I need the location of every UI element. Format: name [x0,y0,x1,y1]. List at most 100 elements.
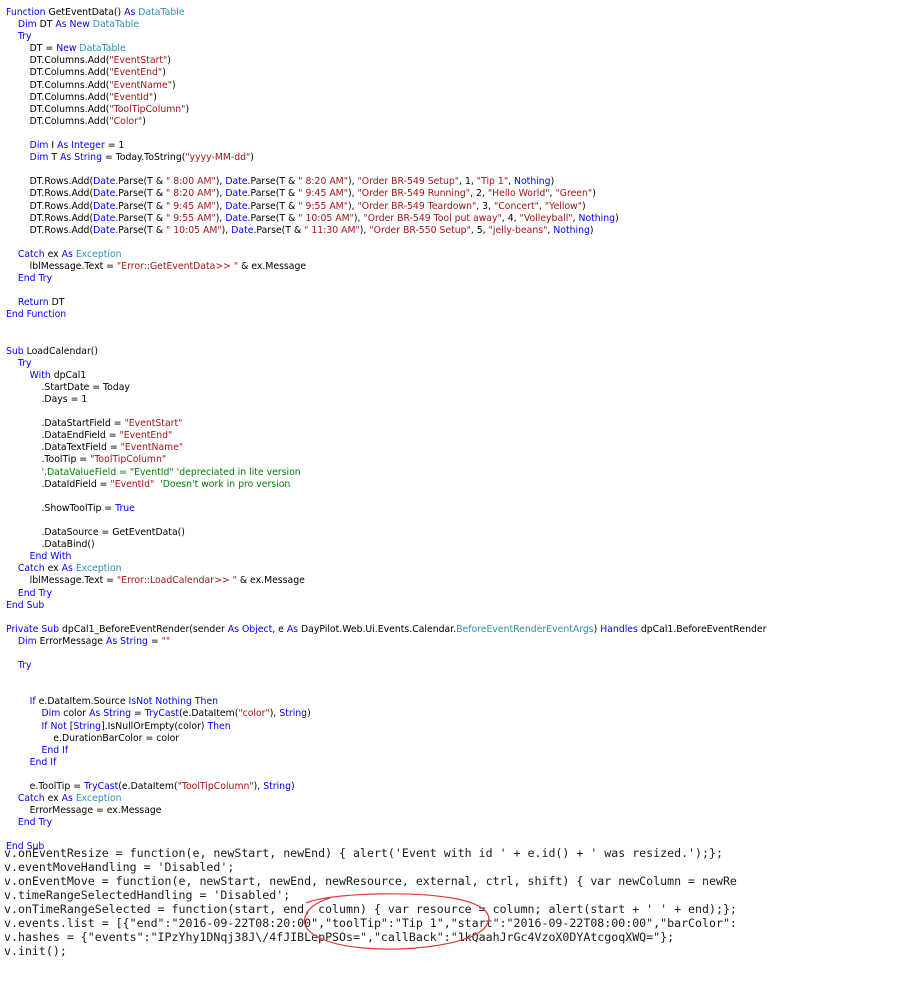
code-token: = Today.ToString( [104,152,186,164]
code-token: "EventName" [109,79,172,91]
code-token: .Parse(T & [247,200,299,212]
code-token: "EventEnd" [119,430,173,442]
code-token: ) [162,67,166,79]
code-line: .DataStartField = "EventStart" [6,418,911,430]
code-token: " 9:45 AM" [166,200,216,212]
code-token: Return [17,297,52,309]
code-line: Dim DT As New DataTable [6,19,911,31]
code-line: Try [6,358,911,370]
code-line: With dpCal1 [6,370,911,382]
code-token: DT [39,19,56,31]
code-token: ) [142,115,146,127]
code-line: .DataSource = GetEventData() [6,527,911,539]
code-line: End Try [6,273,911,285]
code-token: "Error::GetEventData>> " [116,260,239,272]
code-token: String [73,720,102,732]
code-token: ), [215,212,226,224]
code-line: DT.Rows.Add(Date.Parse(T & " 9:55 AM"), … [6,213,911,225]
code-token: "color" [238,708,270,720]
code-token: " 11:30 AM" [304,224,360,236]
code-line: .DataTextField = "EventName" [6,442,911,454]
code-token: ), [253,781,264,792]
js-output-line: v.onTimeRangeSelected = function(start, … [4,902,737,916]
code-token: As [61,248,76,260]
js-output-line: v.timeRangeSelectedHandling = 'Disabled'… [4,888,291,902]
code-line: End Try [6,817,911,829]
code-token: '.DataValueField = "EventId" 'depreciate… [41,466,301,478]
js-output-line: v.init(); [4,944,67,958]
code-token: TryCast [144,708,180,720]
code-token: Date [93,188,116,200]
code-line: End If [6,745,911,757]
code-token: .Parse(T & [253,224,305,236]
code-token: As [61,563,76,575]
code-token: Date [225,212,248,224]
code-token: dpCal1 [53,369,87,381]
code-line: .Days = 1 [6,394,911,406]
code-token: "Yellow" [544,200,583,212]
code-token: Dim [17,19,40,31]
code-token: Private Sub [6,623,63,635]
code-token: dpCal1.BeforeEventRender [640,623,767,635]
code-token: Catch [17,793,48,805]
code-token: String [279,708,308,720]
code-token: BeforeEventRenderEventArgs [456,623,594,635]
code-token: As [286,623,301,635]
code-token: dpCal1_BeforeEventRender(sender [62,623,228,635]
code-token: ), [347,188,358,200]
code-token: DT.Rows.Add( [6,212,94,224]
code-token: "jelly-beans" [488,224,548,236]
code-token: = [150,635,162,647]
code-token: ), [359,224,370,236]
code-line: Try [6,660,911,672]
code-token: Sub [6,345,27,357]
code-token: Date [225,176,248,188]
code-token: End Try [17,587,53,599]
code-token: " 9:55 AM" [298,200,348,212]
code-token: .DataSource = GetEventData() [6,527,185,539]
code-line: DT = New DataTable [6,43,911,55]
code-token: " 8:00 AM" [166,176,216,188]
code-line: .DataBind() [6,539,911,551]
code-token: DT.Columns.Add( [6,91,110,103]
code-token: Then [207,720,231,732]
code-line: Catch ex As Exception [6,249,911,261]
code-token: "Order BR-549 Tool put away" [363,212,502,224]
code-line: lblMessage.Text = "Error::GetEventData>>… [6,261,911,273]
code-token: ) [307,708,311,720]
code-token: "EventStart" [109,55,168,67]
code-token: "EventName" [120,442,184,454]
code-token: .DataIdField = [6,478,111,490]
code-token: If Not [41,720,70,732]
code-token: DataTable [92,19,140,31]
code-token: T [51,152,61,164]
code-token: True [115,502,135,514]
code-line: .ShowToolTip = True [6,503,911,515]
code-token: ) [167,55,171,67]
code-line: .DataEndField = "EventEnd" [6,430,911,442]
code-token: .Parse(T & [115,200,167,212]
code-token: ErrorMessage = ex.Message [6,805,162,817]
javascript-output: v.onEventResize = function(e, newStart, … [4,846,917,958]
code-token: Exception [75,793,122,805]
code-token: color [63,708,90,720]
code-token: End Try [17,273,53,285]
vb-code-editor[interactable]: Function GetEventData() As DataTable Dim… [6,7,911,854]
code-line: e.ToolTip = TryCast(e.DataItem("ToolTipC… [6,781,911,793]
code-line: Try [6,31,911,43]
code-token: & ex.Message [238,260,307,272]
code-token: Date [231,224,254,236]
code-line: Function GetEventData() As DataTable [6,7,911,19]
code-token: DataTable [138,7,185,18]
code-token: ) [153,91,157,103]
